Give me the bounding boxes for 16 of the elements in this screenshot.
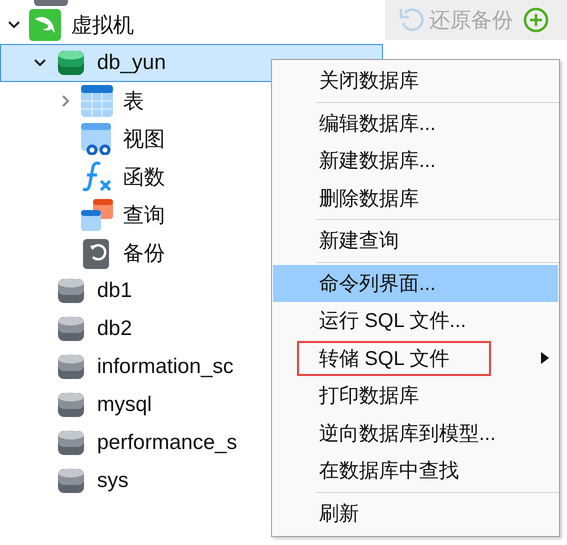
tree-item[interactable]: 虚拟机 [0,6,383,44]
menu-item[interactable]: 刷新 [273,494,558,532]
view-icon [81,123,113,155]
query-icon [81,199,113,231]
menu-item[interactable]: 编辑数据库... [273,104,558,142]
menu-item[interactable]: 删除数据库 [273,180,558,217]
menu-item[interactable]: 运行 SQL 文件... [273,302,558,340]
menu-item[interactable]: 打印数据库 [273,377,558,414]
menu-item[interactable]: 在数据库中查找 [273,452,558,490]
menu-item[interactable]: 命令列界面... [273,264,558,302]
table-icon [81,85,113,117]
menu-item[interactable]: 逆向数据库到模型... [273,414,558,452]
menu-item[interactable]: 新建查询 [273,222,558,260]
function-icon [81,161,113,193]
menu-item[interactable]: 新建数据库... [273,142,558,180]
dolphin-icon [29,9,61,41]
